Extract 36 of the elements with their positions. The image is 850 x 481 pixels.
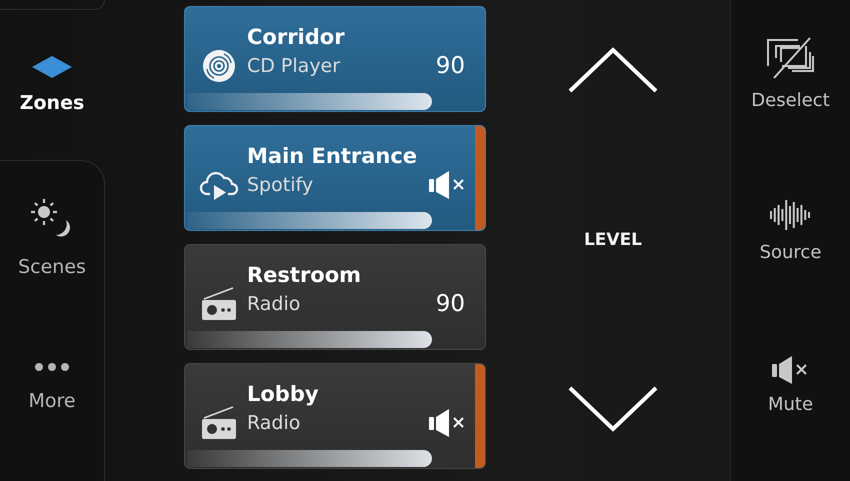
chevron-up-icon (567, 46, 659, 94)
action-button[interactable]: Deselect (751, 32, 830, 134)
zone-name: Restroom (247, 263, 362, 287)
zone-card[interactable]: Corridor CD Player 90 (184, 6, 486, 112)
mute-icon (429, 409, 465, 437)
zone-name: Corridor (247, 25, 346, 49)
level-down-button[interactable] (567, 385, 659, 433)
nav-tab[interactable]: Zones (0, 10, 104, 160)
source-name: Radio (247, 412, 300, 434)
zone-name: Main Entrance (247, 144, 418, 168)
source-name: CD Player (247, 55, 340, 77)
level-reading: 90 (436, 291, 465, 317)
radio-icon (201, 406, 237, 440)
chevron-down-icon (567, 385, 659, 433)
level-reading: 90 (436, 53, 465, 79)
waveform-icon (769, 198, 812, 232)
zone-card[interactable]: Lobby Radio (184, 363, 486, 469)
more-icon (34, 362, 70, 372)
zone-name: Lobby (247, 382, 320, 406)
zone-card[interactable]: Restroom Radio 90 (184, 244, 486, 350)
action-button[interactable]: Source (760, 184, 822, 286)
mute-icon (772, 356, 808, 384)
source-name: Radio (247, 293, 300, 315)
diamond-icon (32, 56, 72, 78)
nav-tab[interactable]: More (0, 293, 104, 481)
radio-icon (201, 287, 237, 321)
nav-tab[interactable]: Scenes (0, 183, 104, 293)
zone-card[interactable]: Main Entrance Spotify (184, 125, 486, 231)
level-label: LEVEL (584, 230, 642, 250)
level-up-button[interactable] (567, 46, 659, 94)
action-button[interactable]: Mute (768, 336, 814, 438)
mute-icon (429, 171, 465, 199)
disc-icon (202, 49, 236, 83)
deselect-icon (764, 36, 816, 80)
cloud-play-icon (199, 169, 239, 201)
source-name: Spotify (247, 174, 314, 196)
